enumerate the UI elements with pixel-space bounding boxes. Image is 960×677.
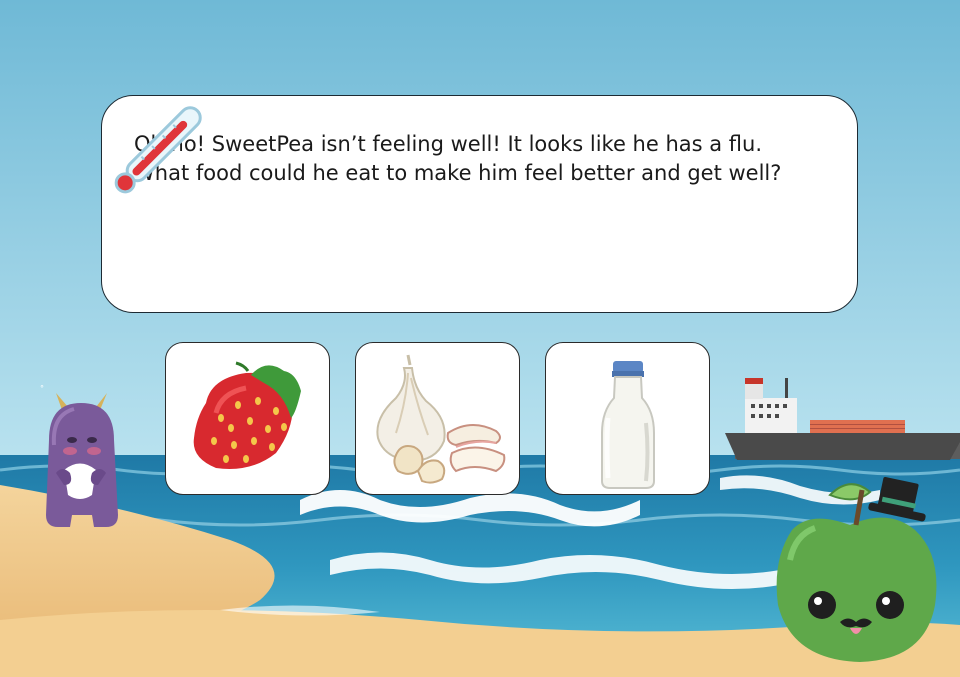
- milk-bottle-icon: [601, 361, 655, 489]
- garlic-icon: [376, 354, 506, 484]
- dialog-text: Oh no! SweetPea isn’t feeling well! It l…: [134, 130, 834, 188]
- beach-scene: Oh no! SweetPea isn’t feeling well! It l…: [0, 0, 960, 677]
- apple-character: [776, 476, 937, 662]
- strawberry-icon: [193, 361, 301, 469]
- dialog-line-2: What food could he eat to make him feel …: [134, 161, 782, 185]
- svg-text:°: °: [40, 385, 44, 393]
- choice-card-garlic[interactable]: [355, 342, 520, 495]
- sweetpea-monster-character: °: [40, 385, 118, 527]
- choice-card-strawberry[interactable]: [165, 342, 330, 495]
- dialog-line-1: Oh no! SweetPea isn’t feeling well! It l…: [134, 132, 763, 156]
- thermometer-icon: [114, 106, 202, 194]
- speech-bubble: Oh no! SweetPea isn’t feeling well! It l…: [101, 95, 858, 313]
- choice-card-milk[interactable]: [545, 342, 710, 495]
